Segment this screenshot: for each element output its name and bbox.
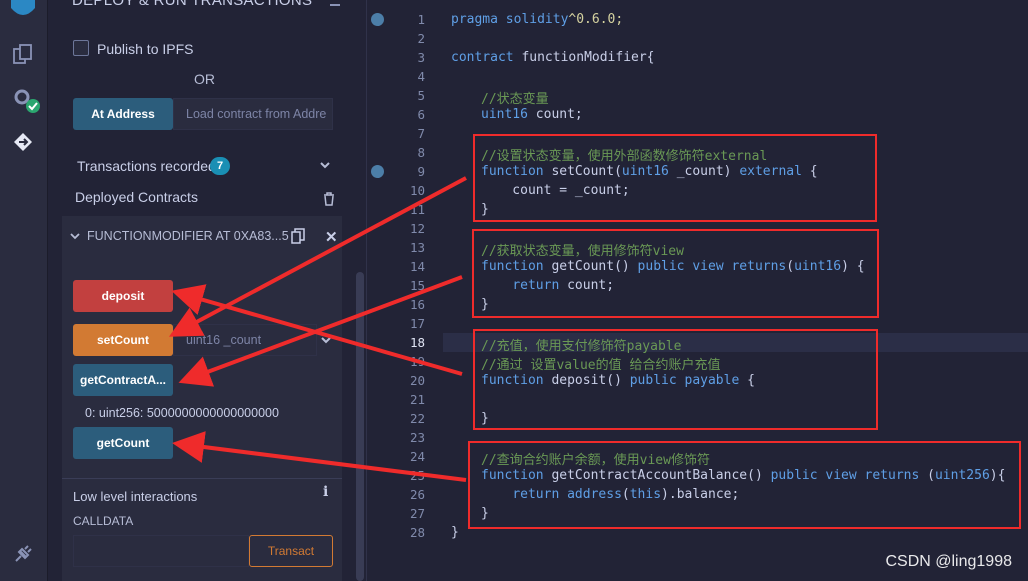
calldata-input[interactable] [73,535,249,567]
line-number: 11 [409,202,425,217]
line-number: 28 [409,525,425,540]
code-line-28: } [451,525,459,540]
line-number: 16 [409,297,425,312]
minimize-icon[interactable] [330,0,340,6]
compiler-icon[interactable] [12,87,42,115]
load-contract-input[interactable]: Load contract from Addre [173,98,333,130]
line-number: 6 [417,107,425,122]
annotation-box-getcontractbalance [468,441,1021,529]
deploy-run-icon[interactable] [12,131,34,153]
code-line-6: uint16 count; [481,107,583,122]
line-number: 24 [409,449,425,464]
line-number: 20 [409,373,425,388]
contract-instance-card: FUNCTIONMODIFIER AT 0XA83...5 ✕ deposit … [62,216,342,581]
remix-logo-icon[interactable] [8,0,38,22]
transactions-recorded-label[interactable]: Transactions recorded [77,158,216,174]
deployed-contracts-label: Deployed Contracts [75,189,198,205]
line-number: 3 [417,50,425,65]
line-number: 13 [409,240,425,255]
line-number: 25 [409,468,425,483]
line-number: 22 [409,411,425,426]
close-icon[interactable]: ✕ [325,228,338,246]
line-number: 26 [409,487,425,502]
line-number: 7 [417,126,425,141]
line-number: 15 [409,278,425,293]
line-number: 21 [409,392,425,407]
info-icon[interactable]: i [323,484,328,500]
icon-sidebar [0,0,48,581]
chevron-down-icon[interactable] [319,160,331,170]
contract-instance-label[interactable]: FUNCTIONMODIFIER AT 0XA83...5 [87,229,289,243]
line-number: 8 [417,145,425,160]
getcontract-balance-button[interactable]: getContractA... [73,364,173,396]
chevron-down-icon[interactable] [70,232,80,240]
code-editor[interactable]: 1 2 3 4 5 6 7 8 9 10 11 12 13 14 15 16 17 18 19 20 21 22 23 24 2… [366,0,1028,581]
calldata-label: CALLDATA [73,514,134,528]
or-label: OR [194,71,215,87]
annotation-box-getcount [472,229,879,318]
getcount-button[interactable]: getCount [73,427,173,459]
annotation-box-setcount [473,134,877,222]
divider [62,478,342,479]
line-number: 18 [409,335,425,350]
code-line-3: contract functionModifier{ [451,50,655,65]
trash-icon[interactable] [323,192,335,206]
deploy-run-panel: DEPLOY & RUN TRANSACTIONS Publish to IPF… [48,0,366,581]
code-line-1: pragma solidity^0.6.0; [451,12,624,27]
plugin-manager-icon[interactable] [12,543,34,565]
copy-icon[interactable] [291,228,305,244]
line-number-gutter: 1 2 3 4 5 6 7 8 9 10 11 12 13 14 15 16 17 18 19 20 21 22 23 24 2… [367,0,443,581]
panel-title: DEPLOY & RUN TRANSACTIONS [72,0,313,9]
file-explorer-icon[interactable] [12,43,34,65]
at-address-button[interactable]: At Address [73,98,173,130]
line-number: 9 [417,164,425,179]
line-number: 17 [409,316,425,331]
line-number: 2 [417,31,425,46]
line-number: 27 [409,506,425,521]
chevron-down-icon[interactable] [320,335,332,345]
annotation-box-deposit [473,329,878,430]
low-level-interactions-label: Low level interactions [73,489,198,504]
transact-button[interactable]: Transact [249,535,333,567]
watermark: CSDN @ling1998 [885,553,1012,570]
publish-ipfs-checkbox[interactable] [73,40,89,56]
line-number: 19 [409,354,425,369]
publish-ipfs-label: Publish to IPFS [97,41,194,57]
panel-scrollbar[interactable] [356,272,364,581]
transactions-count-badge: 7 [210,157,230,175]
line-number: 10 [409,183,425,198]
getcontract-result: 0: uint256: 5000000000000000000 [85,406,279,420]
setcount-input[interactable]: uint16 _count [173,324,317,356]
line-number: 1 [417,12,425,27]
line-number: 5 [417,88,425,103]
line-number: 4 [417,69,425,84]
setcount-button[interactable]: setCount [73,324,173,356]
code-line-5: //状态变量 [481,92,549,107]
deposit-button[interactable]: deposit [73,280,173,312]
line-number: 12 [409,221,425,236]
line-number: 14 [409,259,425,274]
line-number: 23 [409,430,425,445]
